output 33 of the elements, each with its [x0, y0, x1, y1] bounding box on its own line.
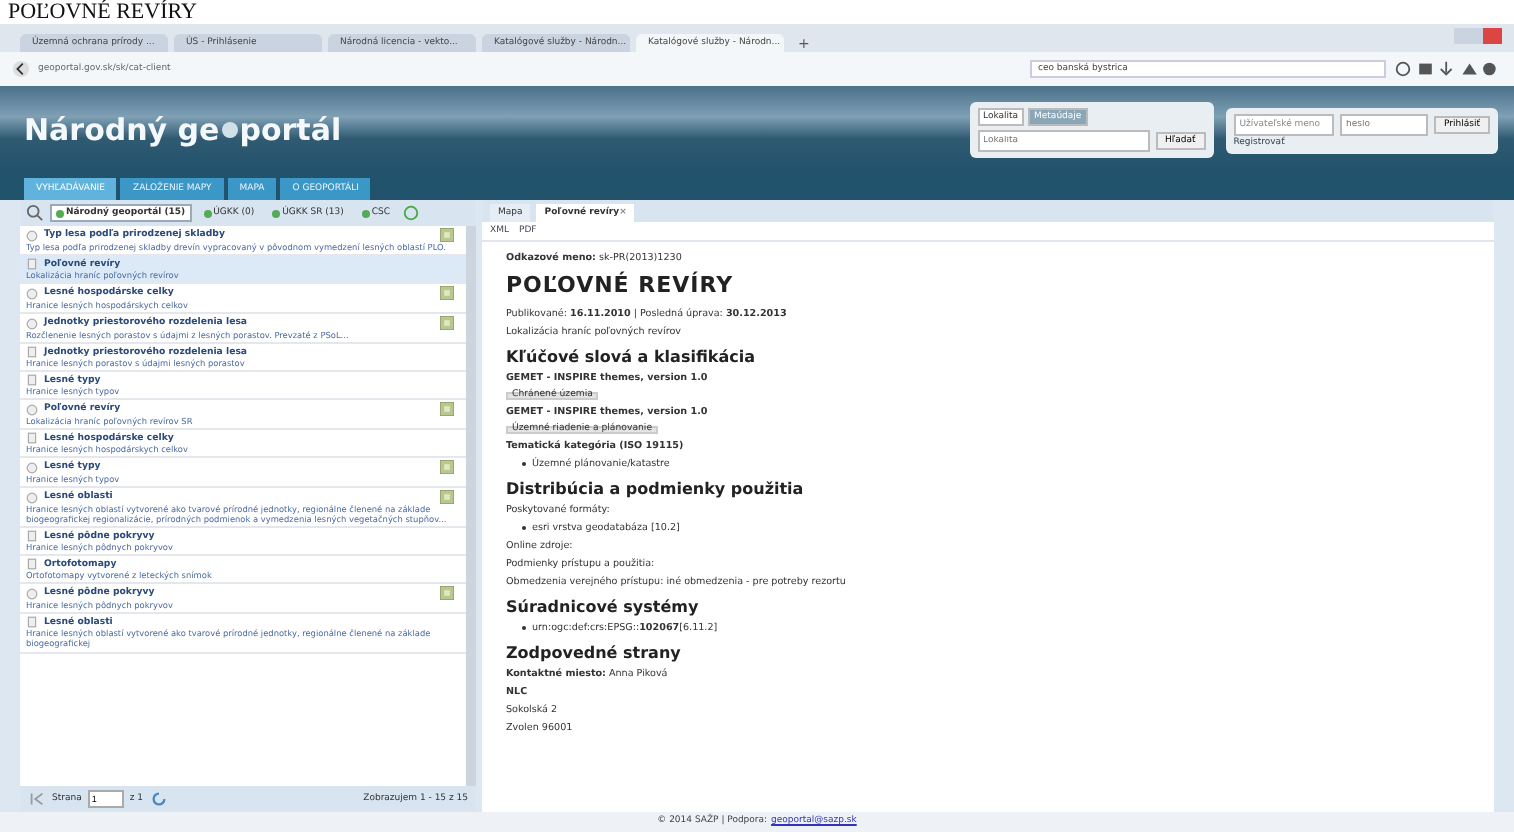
page-icon [26, 374, 38, 387]
page-icon [26, 558, 38, 571]
map-preview-icon[interactable] [440, 586, 454, 601]
result-item[interactable] [20, 488, 466, 529]
section-heading: Súradnicové systémy [506, 598, 701, 616]
page-icon [26, 616, 38, 629]
map-preview-icon[interactable] [440, 460, 454, 475]
first-page-icon[interactable] [28, 790, 46, 808]
site-logo[interactable]: Národný ge portál [24, 112, 342, 148]
circle-icon [26, 403, 38, 416]
page-icon [26, 432, 38, 445]
search-icon[interactable] [26, 204, 44, 222]
map-preview-icon[interactable] [440, 490, 454, 505]
back-icon[interactable] [12, 60, 30, 78]
page-icon [26, 530, 38, 543]
record-title: POĽOVNÉ REVÍRY [506, 272, 736, 298]
page-icon [26, 346, 38, 359]
circle-icon [26, 587, 38, 600]
circle-icon [26, 287, 38, 300]
section-heading: Zodpovedné strany [506, 644, 683, 662]
window-controls-icon[interactable] [1454, 28, 1502, 44]
circle-icon [26, 491, 38, 504]
map-preview-icon[interactable] [440, 402, 454, 417]
section-heading: Distribúcia a podmienky použitia [506, 480, 806, 498]
circle-icon [26, 317, 38, 330]
map-preview-icon[interactable] [440, 286, 454, 301]
browser-toolbar-icons[interactable] [1394, 60, 1502, 78]
circle-icon [26, 229, 38, 241]
map-preview-icon[interactable] [440, 228, 454, 242]
page-icon [26, 258, 38, 271]
circle-icon [26, 461, 38, 474]
map-preview-icon[interactable] [440, 316, 454, 331]
section-heading: Kľúčové slová a klasifikácia [506, 348, 757, 366]
